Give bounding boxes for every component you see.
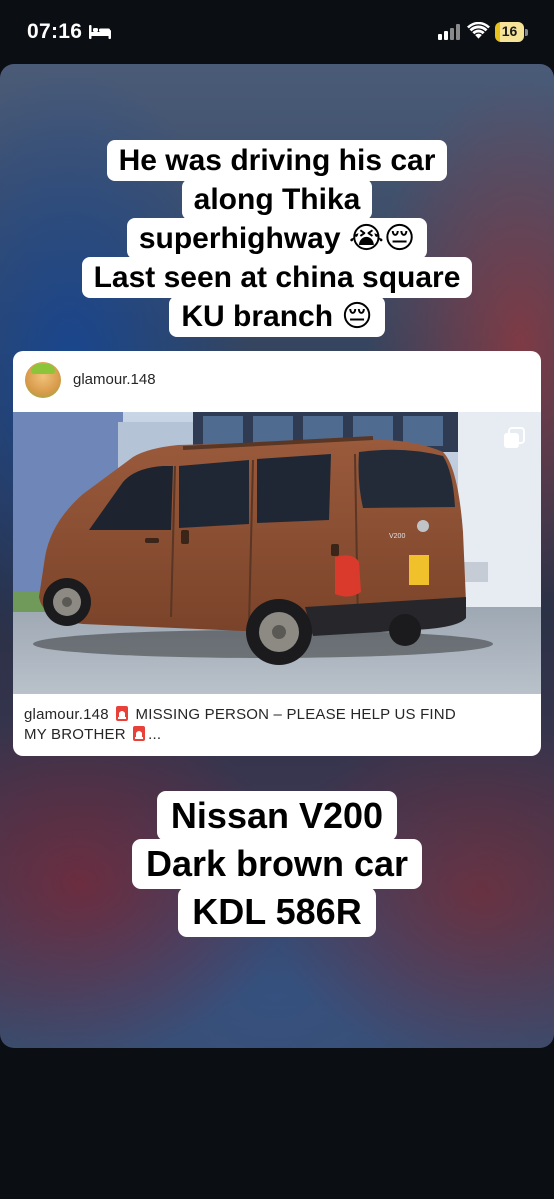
story-card[interactable]: He was driving his car along Thika super… bbox=[0, 64, 554, 1048]
model-badge: V200 bbox=[389, 533, 405, 540]
cellular-signal-icon bbox=[438, 24, 460, 40]
rear-wheel bbox=[246, 599, 312, 665]
screen: 07:16 16 He was driving his car along Th… bbox=[0, 0, 554, 1199]
battery-icon: 16 bbox=[495, 22, 528, 42]
caption-line-1: He was driving his car bbox=[106, 140, 448, 181]
bottom-area bbox=[0, 1048, 554, 1199]
bed-icon bbox=[89, 25, 111, 39]
post-username[interactable]: glamour.148 bbox=[73, 371, 156, 388]
license-plate bbox=[409, 555, 429, 585]
status-time: 07:16 bbox=[27, 20, 83, 43]
front-wheel bbox=[43, 578, 91, 626]
car-details-caption: Nissan V200 Dark brown car KDL 586R bbox=[0, 791, 554, 937]
shared-post[interactable]: glamour.148 V200 glamour.148 MISSING PER… bbox=[13, 351, 541, 756]
car-line-2: Dark brown car bbox=[131, 839, 423, 889]
car-line-1: Nissan V200 bbox=[156, 791, 398, 841]
wifi-icon bbox=[467, 22, 490, 39]
carousel-icon bbox=[504, 427, 525, 448]
post-image[interactable]: V200 bbox=[13, 412, 541, 694]
caption-text-line-1: MISSING PERSON – PLEASE HELP US FIND bbox=[135, 706, 456, 723]
post-caption[interactable]: glamour.148 MISSING PERSON – PLEASE HELP… bbox=[24, 705, 529, 745]
caption-line-2: along Thika bbox=[181, 179, 373, 220]
post-header[interactable]: glamour.148 bbox=[13, 351, 541, 412]
avatar[interactable] bbox=[25, 362, 61, 398]
caption-line-3: superhighway 😭😔 bbox=[126, 218, 428, 259]
caption-username: glamour.148 bbox=[24, 706, 109, 723]
battery-level: 16 bbox=[501, 23, 518, 39]
battery-cap bbox=[525, 29, 528, 36]
caption-text-line-2: MY BROTHER bbox=[24, 726, 126, 743]
caption-line-4: Last seen at china square bbox=[81, 257, 473, 298]
car-line-3: KDL 586R bbox=[178, 887, 376, 937]
siren-icon bbox=[116, 706, 129, 721]
siren-icon bbox=[133, 726, 146, 741]
status-bar: 07:16 16 bbox=[0, 0, 554, 62]
story-caption: He was driving his car along Thika super… bbox=[0, 140, 554, 337]
car-photo: V200 bbox=[13, 412, 541, 694]
caption-ellipsis: ... bbox=[148, 726, 162, 743]
caption-line-5: KU branch 😔 bbox=[169, 296, 385, 337]
